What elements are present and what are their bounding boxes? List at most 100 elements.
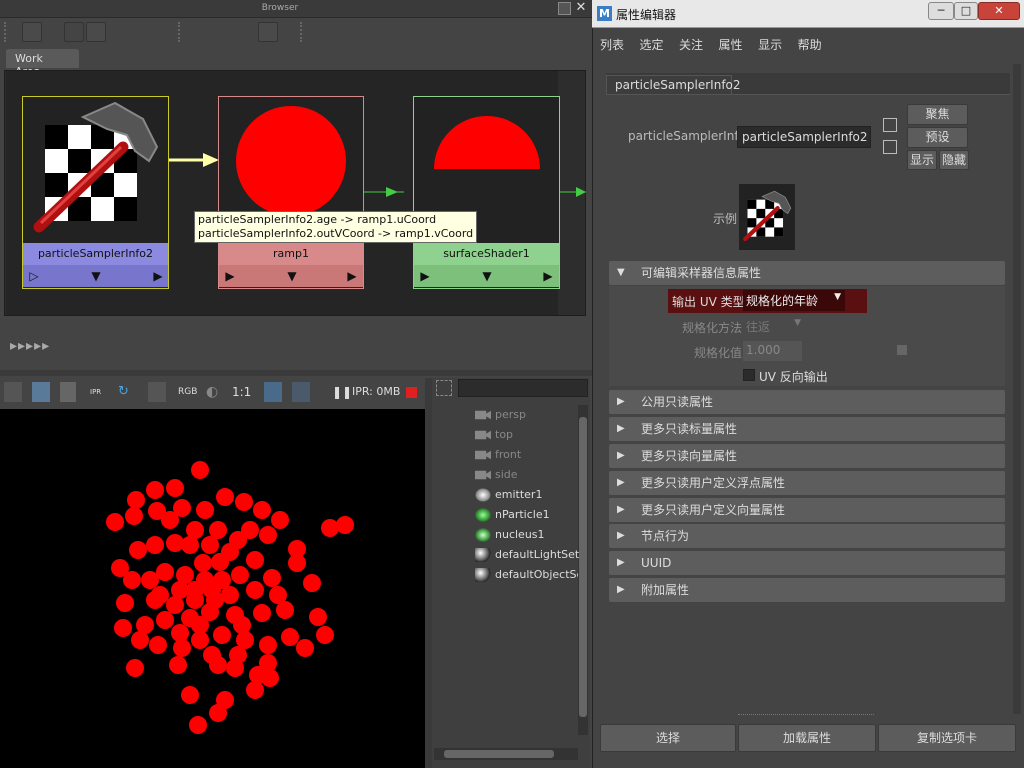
outliner-item-default-light-set[interactable]: defaultLightSet bbox=[475, 545, 579, 565]
menu-help[interactable]: 帮助 bbox=[798, 38, 822, 52]
expand-ports-icon[interactable]: ▼ bbox=[87, 267, 105, 285]
snapshot-icon[interactable] bbox=[60, 382, 76, 402]
render-viewport[interactable] bbox=[0, 409, 425, 768]
remove-image-icon[interactable] bbox=[292, 382, 310, 402]
outliner-item-top[interactable]: top bbox=[475, 425, 513, 445]
clear-icon[interactable] bbox=[118, 22, 138, 42]
render-region-icon[interactable] bbox=[32, 382, 50, 402]
normalize-value-field[interactable]: 1.000 bbox=[743, 341, 802, 361]
output-icon[interactable] bbox=[86, 22, 106, 42]
pause-icon[interactable]: ❚❚ bbox=[332, 382, 352, 402]
outliner-item-persp[interactable]: persp bbox=[475, 405, 526, 425]
outliner-hscrollbar[interactable] bbox=[434, 748, 578, 760]
presets-button[interactable]: 预设 bbox=[907, 127, 968, 148]
frame-icon[interactable] bbox=[258, 22, 278, 42]
zoom-ratio-button[interactable]: 1:1 bbox=[232, 382, 251, 402]
expand-ports-icon[interactable]: ▼ bbox=[283, 267, 301, 285]
menu-show[interactable]: 显示 bbox=[758, 38, 782, 52]
input-port-icon[interactable]: ▶ bbox=[221, 267, 239, 285]
input-port-icon[interactable]: ▶ bbox=[416, 267, 434, 285]
input-port-icon[interactable]: ▷ bbox=[25, 267, 43, 285]
outliner-search-input[interactable] bbox=[458, 379, 588, 397]
emitter-icon bbox=[475, 488, 491, 502]
menu-list[interactable]: 列表 bbox=[600, 38, 624, 52]
ae-scrollbar[interactable] bbox=[1013, 64, 1021, 714]
alpha-icon[interactable]: ◐ bbox=[206, 382, 222, 402]
shelf-arrows[interactable]: ▸▸▸▸▸ bbox=[10, 338, 50, 354]
uv-reverse-checkbox[interactable] bbox=[743, 369, 755, 381]
outliner-item-front[interactable]: front bbox=[475, 445, 521, 465]
input-icon[interactable] bbox=[64, 22, 84, 42]
section-label: 更多只读用户定义向量属性 bbox=[641, 503, 786, 517]
close-icon[interactable]: ✕ bbox=[574, 0, 588, 16]
focus-button[interactable]: 聚焦 bbox=[907, 104, 968, 125]
outliner-item-default-object-set[interactable]: defaultObjectSet bbox=[475, 565, 578, 585]
graph-icon[interactable] bbox=[22, 22, 42, 42]
film-icon[interactable] bbox=[4, 382, 22, 402]
input-connection-icon[interactable] bbox=[883, 118, 897, 132]
expand-ports-icon[interactable]: ▼ bbox=[478, 267, 496, 285]
select-button[interactable]: 选择 bbox=[600, 724, 736, 752]
render-settings-icon[interactable] bbox=[148, 382, 166, 402]
tab-work-area[interactable]: Work Area bbox=[6, 49, 79, 78]
section-user-float[interactable]: ▶ 更多只读用户定义浮点属性 bbox=[609, 471, 1005, 495]
menu-selected[interactable]: 选定 bbox=[640, 38, 664, 52]
menu-focus[interactable]: 关注 bbox=[679, 38, 703, 52]
menu-attributes[interactable]: 属性 bbox=[719, 38, 743, 52]
outliner-item-nucleus[interactable]: nucleus1 bbox=[475, 525, 545, 545]
outliner-item-nparticle[interactable]: nParticle1 bbox=[475, 505, 550, 525]
swatch-icon[interactable] bbox=[204, 22, 224, 42]
maximize-button[interactable]: □ bbox=[954, 2, 978, 20]
connection-arrow[interactable] bbox=[169, 150, 219, 170]
scroll-thumb[interactable] bbox=[579, 417, 587, 717]
display-image-icon[interactable] bbox=[264, 382, 282, 402]
section-more-vector[interactable]: ▶ 更多只读向量属性 bbox=[609, 444, 1005, 468]
refresh-icon[interactable]: ↻ bbox=[118, 382, 134, 402]
outliner-item-label: persp bbox=[495, 408, 526, 421]
output-uv-dropdown[interactable]: 规格化的年龄 ▼ bbox=[743, 290, 845, 311]
node-ramp[interactable]: ramp1 ▶ ▼ ▶ bbox=[218, 96, 364, 289]
uv-reverse-label: UV 反向输出 bbox=[759, 370, 828, 384]
slider-icon[interactable] bbox=[897, 345, 907, 355]
section-uuid[interactable]: ▶ UUID bbox=[609, 551, 1005, 575]
load-attributes-button[interactable]: 加载属性 bbox=[738, 724, 876, 752]
outliner-item-emitter[interactable]: emitter1 bbox=[475, 485, 542, 505]
outliner-scrollbar[interactable] bbox=[578, 405, 588, 735]
tab-particle-sampler-info[interactable]: particleSamplerInfo2 bbox=[606, 75, 741, 95]
ipr-memory: IPR: 0MB bbox=[352, 385, 401, 398]
output-port-icon[interactable]: ▶ bbox=[539, 267, 557, 285]
output-port-icon[interactable]: ▶ bbox=[149, 267, 167, 285]
camera-icon bbox=[475, 470, 491, 480]
resize-grip[interactable] bbox=[738, 714, 874, 716]
copy-tab-button[interactable]: 复制选项卡 bbox=[878, 724, 1016, 752]
outliner-filter-icon[interactable] bbox=[436, 380, 452, 396]
section-node-behavior[interactable]: ▶ 节点行为 bbox=[609, 524, 1005, 548]
output-port-icon[interactable]: ▶ bbox=[343, 267, 361, 285]
float-icon[interactable] bbox=[558, 2, 571, 15]
connection-arrow[interactable] bbox=[364, 184, 414, 200]
section-common-readonly[interactable]: ▶ 公用只读属性 bbox=[609, 390, 1005, 414]
node-name-field[interactable]: particleSamplerInfo2 bbox=[737, 126, 871, 148]
output-connection-icon[interactable] bbox=[883, 140, 897, 154]
rgb-button[interactable]: RGB bbox=[178, 382, 197, 402]
section-extra-attrs[interactable]: ▶ 附加属性 bbox=[609, 578, 1005, 602]
normalize-method-dropdown[interactable]: 往返 ▼ bbox=[743, 316, 805, 336]
attr-icon[interactable] bbox=[232, 22, 252, 42]
toolbar-separator bbox=[178, 22, 182, 42]
hide-button[interactable]: 隐藏 bbox=[939, 150, 969, 170]
layout-icon[interactable] bbox=[146, 22, 166, 42]
connection-arrow[interactable] bbox=[560, 184, 586, 200]
hscroll-thumb[interactable] bbox=[444, 750, 554, 758]
stop-icon[interactable] bbox=[406, 387, 417, 398]
minimize-button[interactable]: ─ bbox=[928, 2, 954, 20]
section-editable-sampler-attrs[interactable]: ▼ 可编辑采样器信息属性 bbox=[609, 261, 1005, 285]
section-more-scalar[interactable]: ▶ 更多只读标量属性 bbox=[609, 417, 1005, 441]
ipr-render-icon[interactable]: IPR bbox=[90, 382, 108, 402]
show-button[interactable]: 显示 bbox=[907, 150, 937, 170]
node-surface-shader[interactable]: surfaceShader1 ▶ ▼ ▶ bbox=[413, 96, 560, 289]
section-user-vector[interactable]: ▶ 更多只读用户定义向量属性 bbox=[609, 498, 1005, 522]
panel-divider[interactable] bbox=[0, 370, 592, 376]
node-particle-sampler-info[interactable]: particleSamplerInfo2 ▷ ▼ ▶ bbox=[22, 96, 169, 289]
outliner-item-side[interactable]: side bbox=[475, 465, 518, 485]
close-window-button[interactable]: ✕ bbox=[978, 2, 1020, 20]
